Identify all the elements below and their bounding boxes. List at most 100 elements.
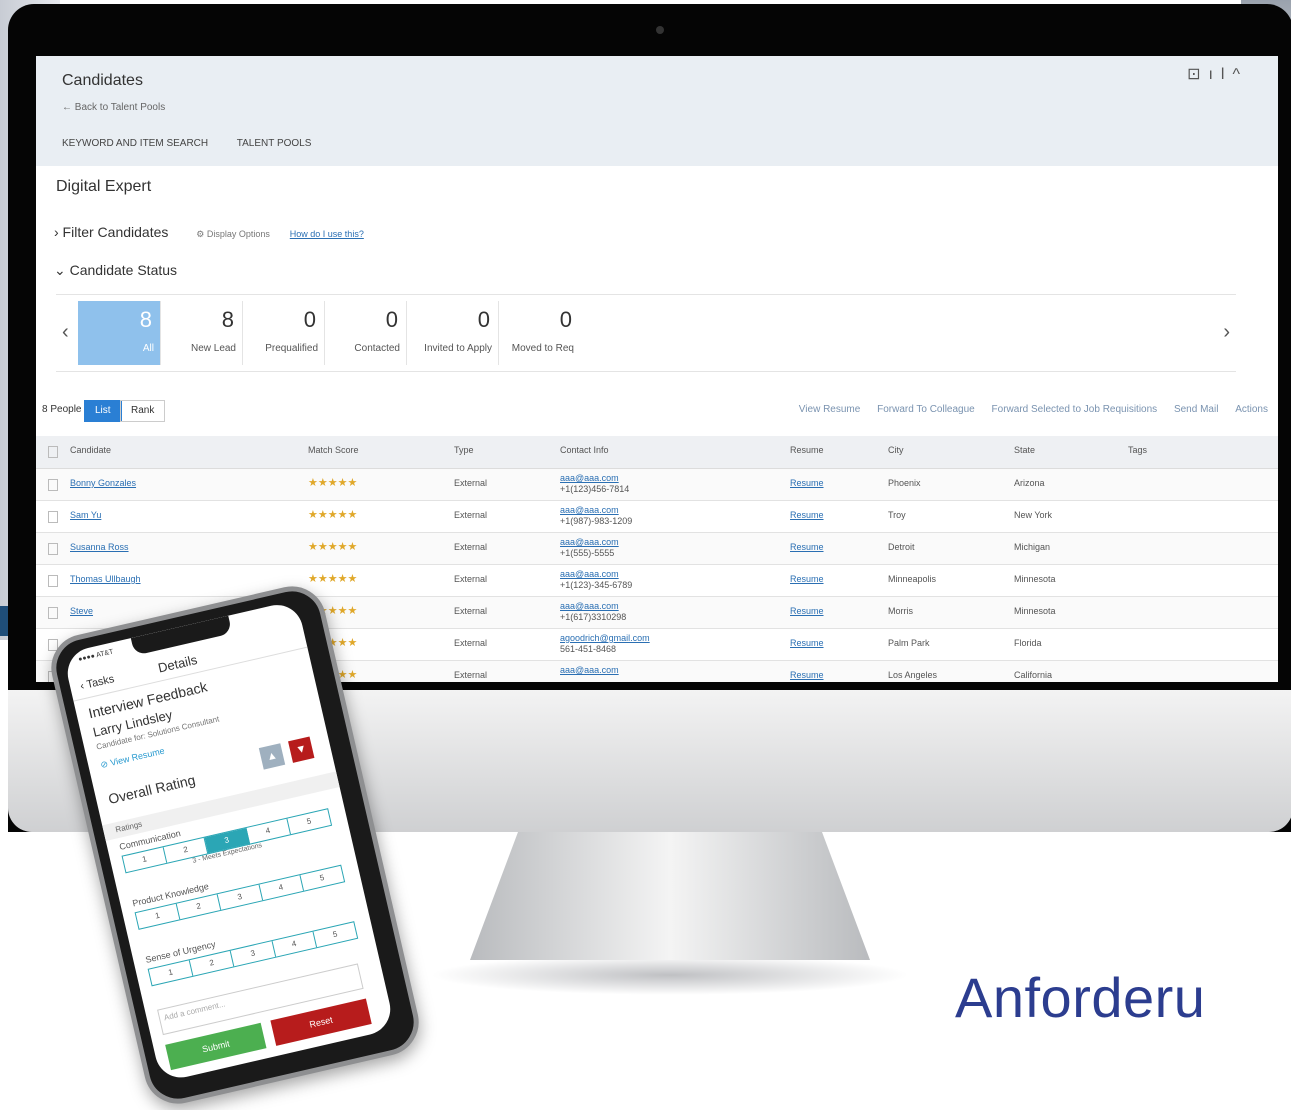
- display-options-button[interactable]: ⚙ Display Options: [196, 229, 270, 239]
- list-view-button[interactable]: List: [84, 400, 122, 422]
- status-tile-prequalified[interactable]: 0 Prequalified: [242, 301, 325, 365]
- status-label: Contacted: [354, 343, 400, 354]
- column-state[interactable]: State: [1014, 445, 1035, 455]
- email-link[interactable]: aaa@aaa.com: [560, 665, 619, 676]
- resume-link[interactable]: Resume: [790, 478, 824, 488]
- row-checkbox[interactable]: [48, 511, 58, 523]
- resume-link[interactable]: Resume: [790, 510, 824, 520]
- row-checkbox[interactable]: [48, 479, 58, 491]
- column-match-score[interactable]: Match Score: [308, 445, 359, 455]
- rating-option[interactable]: 3: [218, 884, 263, 910]
- contact-info: aaa@aaa.com +1(123)456-7814: [560, 473, 629, 495]
- forward-to-requisitions-action[interactable]: Forward Selected to Job Requisitions: [992, 404, 1158, 415]
- results-toolbar: 8 People List Rank View Resume Forward T…: [36, 400, 1278, 422]
- status-tile-moved-to-req[interactable]: 0 Moved to Req: [498, 301, 580, 365]
- status-tile-all[interactable]: 8 All: [78, 301, 161, 365]
- view-resume-link[interactable]: ⊘ View Resume: [99, 746, 165, 771]
- rating-option[interactable]: 4: [246, 818, 291, 844]
- candidate-name-link[interactable]: Susanna Ross: [70, 542, 129, 552]
- match-score-stars: ★★★★★: [308, 573, 358, 585]
- resume-link[interactable]: Resume: [790, 606, 824, 616]
- phone-number: +1(123)456-7814: [560, 484, 630, 494]
- view-resume-label: View Resume: [109, 745, 166, 768]
- row-checkbox[interactable]: [48, 575, 58, 587]
- phone-number: +1(555)-5555: [560, 548, 615, 558]
- status-count: 0: [303, 307, 316, 332]
- rating-option[interactable]: 5: [300, 866, 344, 891]
- tab-keyword-search[interactable]: KEYWORD AND ITEM SEARCH: [62, 138, 208, 149]
- status-tile-new-lead[interactable]: 8 New Lead: [160, 301, 243, 365]
- chart-icon[interactable]: ıl: [1208, 66, 1232, 83]
- column-tags[interactable]: Tags: [1128, 445, 1147, 455]
- rating-option[interactable]: 2: [189, 950, 235, 976]
- thumbs-down-button[interactable]: ▼: [288, 736, 315, 763]
- table-row[interactable]: Thomas Ullbaugh ★★★★★ External aaa@aaa.com +…: [36, 565, 1278, 597]
- back-tasks-button[interactable]: ‹ Tasks: [79, 673, 115, 692]
- filter-candidates-toggle[interactable]: › Filter Candidates: [54, 224, 168, 240]
- back-to-talent-pools-link[interactable]: ← Back to Talent Pools: [62, 102, 165, 113]
- resume-link[interactable]: Resume: [790, 542, 824, 552]
- resume-link[interactable]: Resume: [790, 670, 824, 680]
- city: Los Angeles: [888, 670, 938, 680]
- state: Minnesota: [1014, 606, 1056, 616]
- overall-rating-label: Overall Rating: [106, 771, 197, 808]
- status-tile-contacted[interactable]: 0 Contacted: [324, 301, 407, 365]
- export-icon[interactable]: ⊡: [1187, 66, 1208, 83]
- select-all-checkbox[interactable]: [48, 446, 58, 458]
- rating-option[interactable]: 3: [231, 941, 276, 967]
- rating-option[interactable]: 5: [287, 809, 331, 834]
- status-label: All: [142, 343, 154, 354]
- row-checkbox[interactable]: [48, 607, 58, 619]
- email-link[interactable]: aaa@aaa.com: [560, 569, 632, 580]
- status-label: Moved to Req: [511, 343, 574, 354]
- candidate-name-link[interactable]: Steve: [70, 606, 93, 616]
- phone-number: +1(617)3310298: [560, 612, 627, 622]
- status-tile-invited[interactable]: 0 Invited to Apply: [406, 301, 499, 365]
- candidate-status-toggle[interactable]: ⌄ Candidate Status: [54, 262, 177, 279]
- rating-option[interactable]: 4: [259, 875, 304, 901]
- collapse-icon[interactable]: ^: [1232, 66, 1248, 83]
- view-resume-action[interactable]: View Resume: [799, 404, 861, 415]
- carrier-label: ●●●● AT&T: [77, 648, 115, 664]
- rating-option[interactable]: 1: [122, 847, 168, 873]
- status-count: 8: [139, 307, 152, 332]
- row-checkbox[interactable]: [48, 543, 58, 555]
- candidate-status-strip: ‹ 8 All 8 New Lead 0 Prequalified 0 Cont…: [56, 294, 1236, 372]
- forward-to-colleague-action[interactable]: Forward To Colleague: [877, 404, 975, 415]
- candidate-name-link[interactable]: Thomas Ullbaugh: [70, 574, 141, 584]
- table-row[interactable]: Bonny Gonzales ★★★★★ External aaa@aaa.com +1…: [36, 469, 1278, 501]
- candidate-type: External: [454, 606, 488, 616]
- rating-option[interactable]: 2: [176, 894, 222, 920]
- column-city[interactable]: City: [888, 445, 904, 455]
- email-link[interactable]: aaa@aaa.com: [560, 601, 626, 612]
- email-link[interactable]: agoodrich@gmail.com: [560, 633, 650, 644]
- resume-link[interactable]: Resume: [790, 574, 824, 584]
- column-resume[interactable]: Resume: [790, 445, 824, 455]
- resume-link[interactable]: Resume: [790, 638, 824, 648]
- column-candidate[interactable]: Candidate: [70, 445, 111, 455]
- thumbs-up-button[interactable]: ▲: [258, 743, 286, 770]
- rating-option[interactable]: 1: [148, 960, 194, 986]
- column-contact[interactable]: Contact Info: [560, 445, 609, 455]
- table-row[interactable]: Susanna Ross ★★★★★ External aaa@aaa.com +1(5…: [36, 533, 1278, 565]
- candidate-name-link[interactable]: Bonny Gonzales: [70, 478, 136, 488]
- rating-option[interactable]: 5: [313, 922, 357, 947]
- how-to-use-link[interactable]: How do I use this?: [290, 229, 364, 239]
- table-row[interactable]: Sam Yu ★★★★★ External aaa@aaa.com +1(987)-98…: [36, 501, 1278, 533]
- email-link[interactable]: aaa@aaa.com: [560, 505, 632, 516]
- tab-talent-pools[interactable]: TALENT POOLS: [237, 138, 312, 149]
- phone-number: +1(123)-345-6789: [560, 580, 633, 590]
- rating-option[interactable]: 1: [135, 903, 181, 929]
- city: Troy: [888, 510, 906, 520]
- candidate-type: External: [454, 670, 488, 680]
- send-mail-action[interactable]: Send Mail: [1174, 404, 1218, 415]
- column-type[interactable]: Type: [454, 445, 474, 455]
- candidate-name-link[interactable]: Sam Yu: [70, 510, 101, 520]
- actions-menu[interactable]: Actions: [1235, 404, 1268, 415]
- chevron-right-icon[interactable]: ›: [1223, 321, 1230, 344]
- chevron-left-icon[interactable]: ‹: [62, 321, 69, 344]
- email-link[interactable]: aaa@aaa.com: [560, 537, 619, 548]
- email-link[interactable]: aaa@aaa.com: [560, 473, 629, 484]
- rating-option[interactable]: 4: [272, 931, 317, 957]
- rank-view-button[interactable]: Rank: [120, 400, 166, 422]
